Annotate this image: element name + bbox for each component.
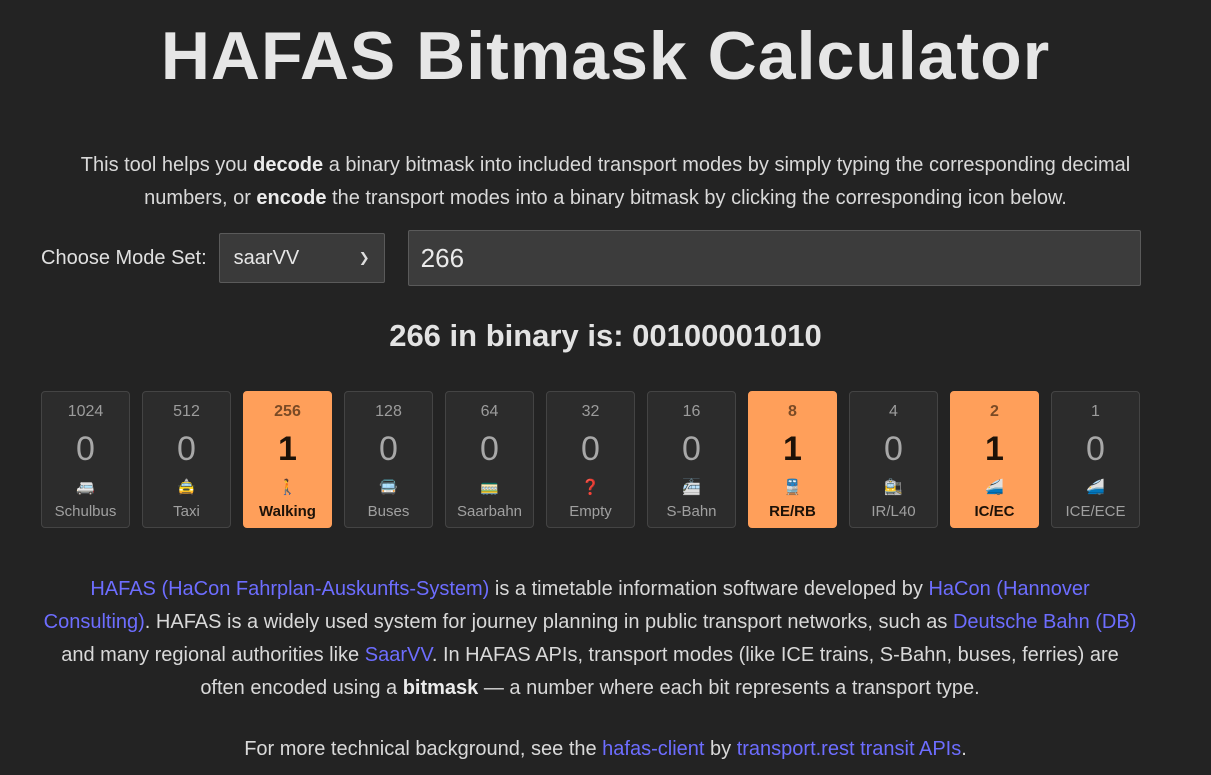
bit-weight: 256	[274, 403, 301, 420]
buses-icon: 🚍	[379, 479, 398, 496]
mode-set-label: Choose Mode Set:	[41, 246, 207, 269]
binary-result: 266 in binary is: 00100001010	[389, 318, 822, 353]
bitmask-bold: bitmask	[402, 677, 479, 699]
bit-value: 1	[278, 430, 297, 468]
bit-weight: 2	[990, 403, 999, 420]
hafas-client-link[interactable]: hafas-client	[602, 738, 704, 760]
bit-value: 1	[985, 430, 1004, 468]
walking-icon: 🚶	[278, 479, 297, 496]
bit-weight: 512	[173, 403, 200, 420]
mode-bit-ice-ece[interactable]: 1 0 🚄 ICE/ECE	[1051, 391, 1140, 528]
intro-text: This tool helps you decode a binary bitm…	[80, 154, 1131, 209]
bit-value: 0	[177, 430, 196, 468]
s-bahn-icon: 🚈	[682, 479, 701, 496]
intro-encode: encode	[256, 187, 327, 209]
description: HAFAS (HaCon Fahrplan-Auskunfts-System) …	[43, 578, 1137, 699]
bit-value: 0	[884, 430, 903, 468]
mode-bit-s-bahn[interactable]: 16 0 🚈 S-Bahn	[647, 391, 736, 528]
chevron-down-icon: ❯	[358, 250, 370, 265]
bit-mode-name: Schulbus	[54, 503, 117, 520]
bit-weight: 16	[682, 403, 701, 420]
hafas-link[interactable]: HAFAS (HaCon Fahrplan-Auskunfts-System)	[90, 578, 489, 600]
bit-weight: 1	[1091, 403, 1100, 420]
deutsche-bahn-link[interactable]: Deutsche Bahn (DB)	[953, 611, 1136, 633]
ice-ece-icon: 🚄	[1086, 479, 1105, 496]
more-info: For more technical background, see the h…	[244, 738, 967, 760]
mode-bits: 1024 0 🚐 Schulbus 512 0 🚖 Taxi 256 1 🚶 Walking 128 0 🚍…	[41, 391, 1140, 528]
bit-value: 0	[1086, 430, 1105, 468]
mode-bit-ic-ec[interactable]: 2 1 🚄 IC/EC	[950, 391, 1039, 528]
saarbahn-icon: 🚃	[480, 479, 499, 496]
ic-ec-icon: 🚄	[985, 479, 1004, 496]
re-rb-icon: 🚆	[783, 479, 802, 496]
bit-value: 0	[682, 430, 701, 468]
bit-mode-name: S-Bahn	[666, 503, 717, 520]
bit-weight: 128	[375, 403, 402, 420]
bit-value: 0	[379, 430, 398, 468]
mode-bit-taxi[interactable]: 512 0 🚖 Taxi	[142, 391, 231, 528]
bit-weight: 32	[581, 403, 600, 420]
bit-mode-name: Buses	[367, 503, 410, 520]
bit-value: 0	[76, 430, 95, 468]
mode-bit-walking[interactable]: 256 1 🚶 Walking	[243, 391, 332, 528]
bit-weight: 4	[889, 403, 898, 420]
mode-set-value: saarVV	[233, 246, 300, 269]
bit-mode-name: IC/EC	[974, 503, 1015, 520]
bit-mode-name: IR/L40	[871, 503, 916, 520]
decimal-input-value: 266	[420, 242, 465, 273]
bit-value: 1	[783, 430, 802, 468]
bit-mode-name: RE/RB	[769, 503, 816, 520]
mode-bit-ir-l40[interactable]: 4 0 🚉 IR/L40	[849, 391, 938, 528]
saarvv-link[interactable]: SaarVV	[365, 644, 432, 666]
mode-bit-empty[interactable]: 32 0 ❓ Empty	[546, 391, 635, 528]
bit-mode-name: Saarbahn	[456, 503, 523, 520]
empty-icon: ❓	[581, 479, 600, 496]
bit-weight: 64	[480, 403, 499, 420]
bit-mode-name: ICE/ECE	[1065, 503, 1126, 520]
bit-mode-name: Walking	[259, 503, 316, 520]
intro-decode: decode	[253, 154, 324, 176]
ir-l40-icon: 🚉	[884, 479, 903, 496]
transport-rest-link[interactable]: transport.rest transit APIs	[737, 738, 962, 760]
mode-bit-schulbus[interactable]: 1024 0 🚐 Schulbus	[41, 391, 130, 528]
controls-row: Choose Mode Set: saarVV ❯ 266	[41, 230, 1141, 286]
bit-weight: 8	[788, 403, 797, 420]
mode-bit-saarbahn[interactable]: 64 0 🚃 Saarbahn	[445, 391, 534, 528]
taxi-icon: 🚖	[177, 479, 196, 496]
mode-bit-buses[interactable]: 128 0 🚍 Buses	[344, 391, 433, 528]
mode-bit-re-rb[interactable]: 8 1 🚆 RE/RB	[748, 391, 837, 528]
bit-mode-name: Empty	[569, 503, 612, 520]
schulbus-icon: 🚐	[76, 479, 95, 496]
mode-set-select[interactable]: saarVV ❯	[218, 233, 385, 283]
page-title: HAFAS Bitmask Calculator	[160, 18, 1051, 94]
bit-value: 0	[581, 430, 600, 468]
decimal-input[interactable]: 266	[407, 230, 1141, 286]
bit-mode-name: Taxi	[173, 503, 200, 520]
bit-weight: 1024	[67, 403, 104, 420]
bit-value: 0	[480, 430, 499, 468]
